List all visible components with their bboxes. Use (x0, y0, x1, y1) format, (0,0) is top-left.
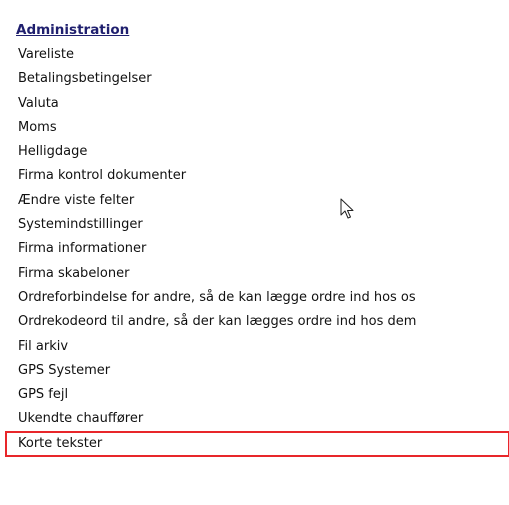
menu-item-fil-arkiv[interactable]: Fil arkiv (14, 335, 509, 359)
menu-item-vareliste[interactable]: Vareliste (14, 43, 509, 67)
administration-menu: Administration Vareliste Betalingsbeting… (5, 18, 509, 458)
menu-item-aendre-viste-felter[interactable]: Ændre viste felter (14, 189, 509, 213)
menu-item-firma-informationer[interactable]: Firma informationer (14, 237, 509, 261)
menu-item-ordreforbindelse[interactable]: Ordreforbindelse for andre, så de kan læ… (14, 286, 509, 310)
menu-item-systemindstillinger[interactable]: Systemindstillinger (14, 213, 509, 237)
mouse-pointer-icon (340, 198, 354, 219)
menu-item-korte-tekster[interactable]: Korte tekster (5, 430, 509, 458)
menu-title-administration[interactable]: Administration (14, 18, 509, 43)
menu-item-helligdage[interactable]: Helligdage (14, 140, 509, 164)
menu-item-gps-fejl[interactable]: GPS fejl (14, 383, 509, 407)
menu-list: Vareliste Betalingsbetingelser Valuta Mo… (5, 43, 509, 458)
menu-item-valuta[interactable]: Valuta (14, 92, 509, 116)
menu-item-firma-kontrol-dokumenter[interactable]: Firma kontrol dokumenter (14, 164, 509, 188)
menu-item-ukendte-chauffoerer[interactable]: Ukendte chauffører (14, 407, 509, 431)
menu-item-ordrekodeord[interactable]: Ordrekodeord til andre, så der kan lægge… (14, 310, 509, 334)
menu-item-firma-skabeloner[interactable]: Firma skabeloner (14, 262, 509, 286)
menu-item-moms[interactable]: Moms (14, 116, 509, 140)
menu-item-gps-systemer[interactable]: GPS Systemer (14, 359, 509, 383)
menu-item-betalingsbetingelser[interactable]: Betalingsbetingelser (14, 67, 509, 91)
